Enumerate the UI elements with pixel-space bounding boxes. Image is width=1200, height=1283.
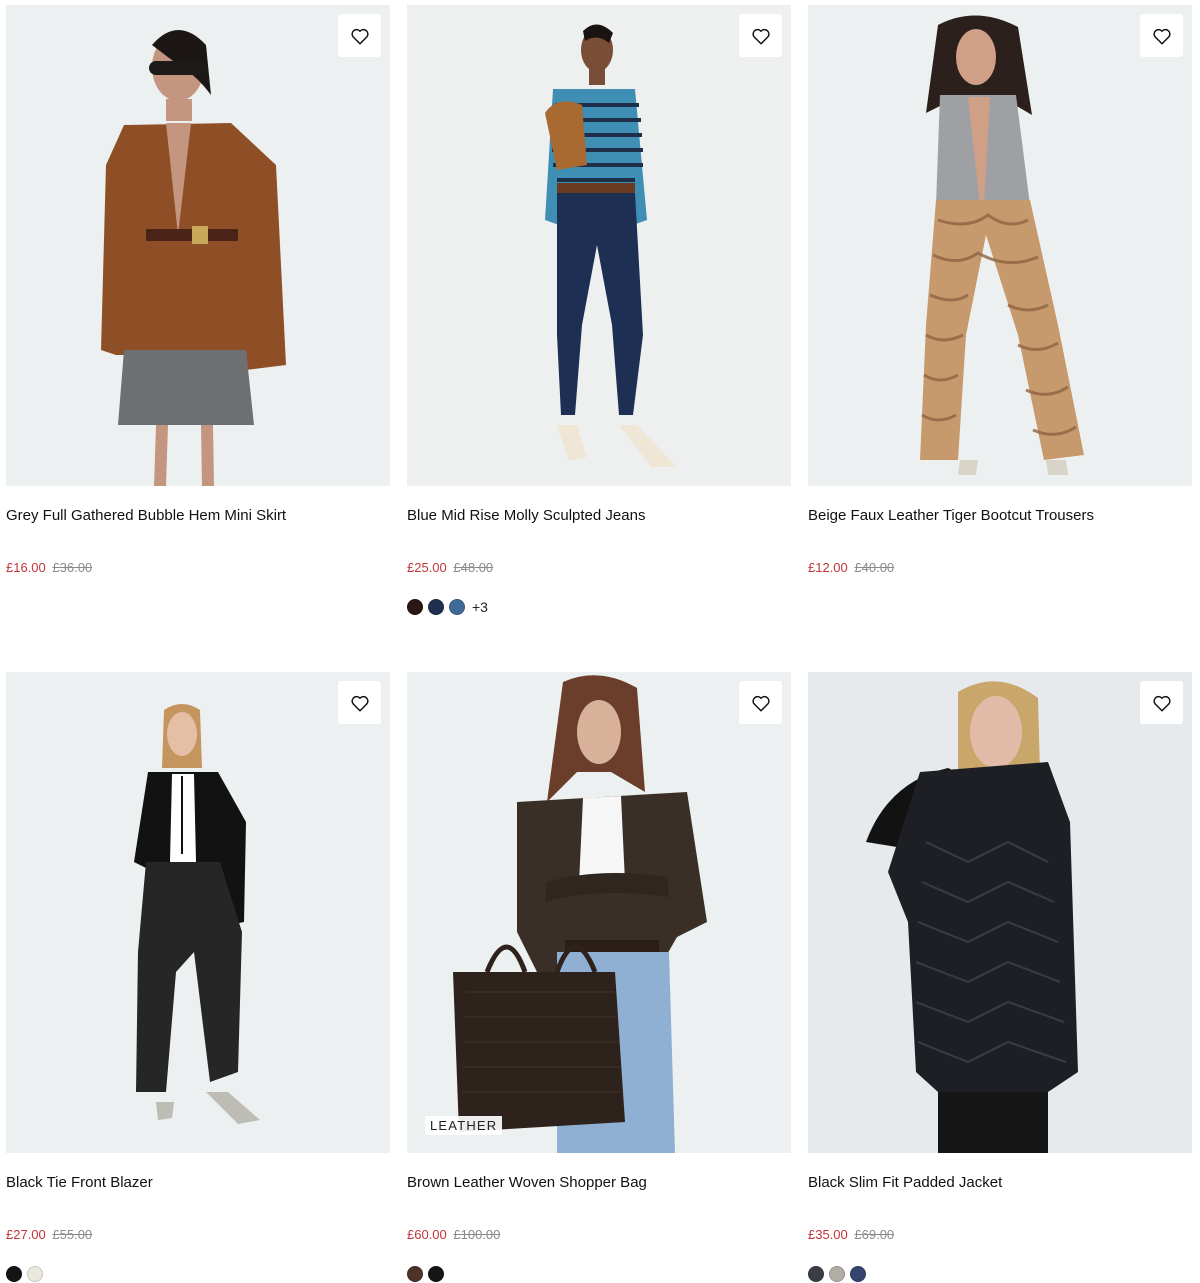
color-swatch[interactable] [850, 1266, 866, 1282]
product-price: £25.00 £48.00 [407, 560, 791, 576]
more-colors-count[interactable]: +3 [472, 599, 488, 615]
product-photo [808, 672, 1192, 1153]
heart-outline-icon [751, 28, 770, 45]
color-swatches [407, 1265, 791, 1283]
product-price: £60.00 £100.00 [407, 1227, 791, 1243]
sale-price: £35.00 [808, 1227, 848, 1242]
original-price: £100.00 [453, 1227, 501, 1242]
product-photo [808, 5, 1192, 486]
product-price: £27.00 £55.00 [6, 1227, 390, 1243]
original-price: £36.00 [52, 560, 93, 575]
color-swatch[interactable] [6, 1266, 22, 1282]
product-title[interactable]: Grey Full Gathered Bubble Hem Mini Skirt [6, 506, 390, 546]
wishlist-button[interactable] [1140, 681, 1183, 724]
product-grid: Grey Full Gathered Bubble Hem Mini Skirt… [0, 0, 1200, 1283]
wishlist-button[interactable] [739, 681, 782, 724]
sale-price: £12.00 [808, 560, 848, 575]
product-image[interactable] [6, 5, 390, 486]
product-card[interactable]: Black Tie Front Blazer £27.00 £55.00 [6, 672, 390, 1283]
color-swatch[interactable] [428, 599, 444, 615]
product-image[interactable] [6, 672, 390, 1153]
product-price: £35.00 £69.00 [808, 1227, 1192, 1243]
heart-outline-icon [751, 695, 770, 712]
sale-price: £27.00 [6, 1227, 46, 1242]
original-price: £48.00 [453, 560, 494, 575]
wishlist-button[interactable] [1140, 14, 1183, 57]
color-swatch[interactable] [428, 1266, 444, 1282]
product-photo [6, 672, 390, 1153]
product-image[interactable] [808, 5, 1192, 486]
sale-price: £60.00 [407, 1227, 447, 1242]
product-price: £16.00 £36.00 [6, 560, 390, 576]
heart-outline-icon [350, 28, 369, 45]
product-image[interactable]: LEATHER [407, 672, 791, 1153]
product-card[interactable]: Black Slim Fit Padded Jacket £35.00 £69.… [808, 672, 1192, 1283]
product-title[interactable]: Brown Leather Woven Shopper Bag [407, 1173, 791, 1213]
original-price: £69.00 [854, 1227, 895, 1242]
color-swatch[interactable] [407, 599, 423, 615]
heart-outline-icon [1152, 695, 1171, 712]
color-swatch[interactable] [449, 599, 465, 615]
product-photo [407, 5, 791, 486]
sale-price: £25.00 [407, 560, 447, 575]
product-title[interactable]: Beige Faux Leather Tiger Bootcut Trouser… [808, 506, 1192, 546]
original-price: £40.00 [854, 560, 895, 575]
color-swatch[interactable] [27, 1266, 43, 1282]
product-card[interactable]: Blue Mid Rise Molly Sculpted Jeans £25.0… [407, 5, 791, 616]
material-badge: LEATHER [425, 1116, 503, 1135]
product-card[interactable]: LEATHER Brown Leather Woven Shopper Bag … [407, 672, 791, 1283]
product-image[interactable] [407, 5, 791, 486]
product-title[interactable]: Black Tie Front Blazer [6, 1173, 390, 1213]
original-price: £55.00 [52, 1227, 93, 1242]
heart-outline-icon [1152, 28, 1171, 45]
product-title[interactable]: Blue Mid Rise Molly Sculpted Jeans [407, 506, 791, 546]
product-card[interactable]: Beige Faux Leather Tiger Bootcut Trouser… [808, 5, 1192, 576]
product-card[interactable]: Grey Full Gathered Bubble Hem Mini Skirt… [6, 5, 390, 576]
product-photo [6, 5, 390, 486]
wishlist-button[interactable] [739, 14, 782, 57]
color-swatch[interactable] [829, 1266, 845, 1282]
color-swatch[interactable] [407, 1266, 423, 1282]
wishlist-button[interactable] [338, 681, 381, 724]
product-price: £12.00 £40.00 [808, 560, 1192, 576]
product-title[interactable]: Black Slim Fit Padded Jacket [808, 1173, 1192, 1213]
color-swatches [808, 1265, 1192, 1283]
product-photo [407, 672, 791, 1153]
sale-price: £16.00 [6, 560, 46, 575]
color-swatches: +3 [407, 598, 791, 616]
wishlist-button[interactable] [338, 14, 381, 57]
color-swatches [6, 1265, 390, 1283]
heart-outline-icon [350, 695, 369, 712]
product-image[interactable] [808, 672, 1192, 1153]
color-swatch[interactable] [808, 1266, 824, 1282]
